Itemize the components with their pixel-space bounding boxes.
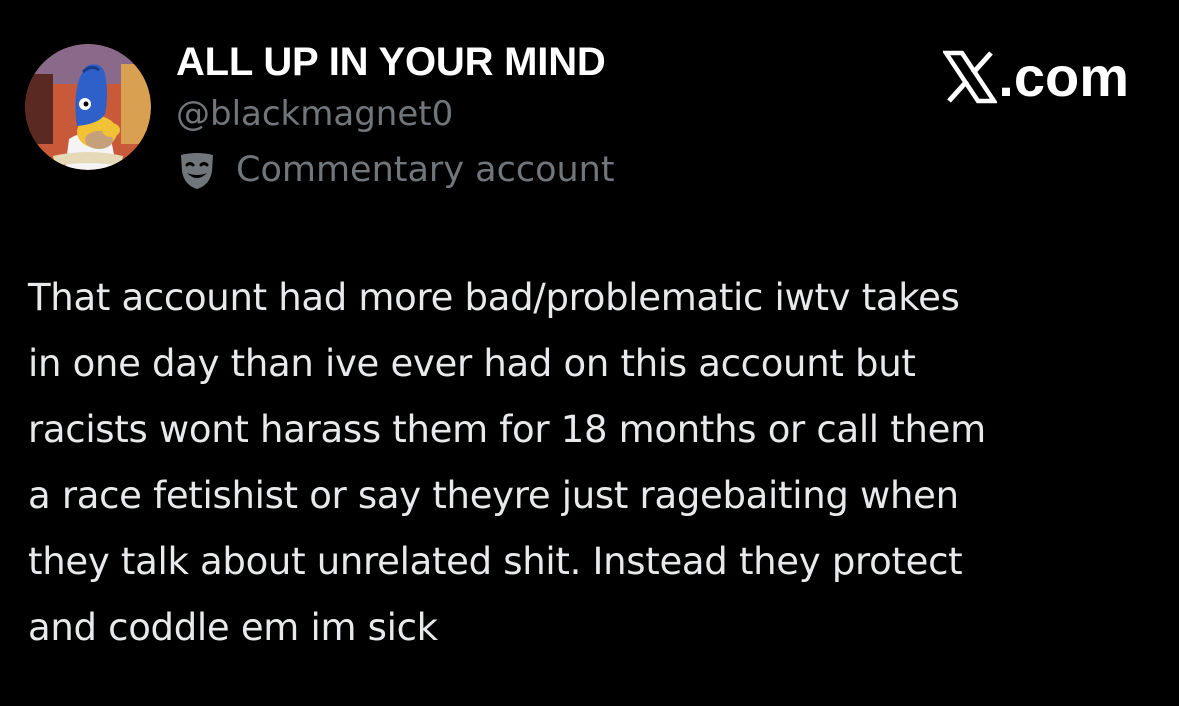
avatar-image: [25, 44, 151, 170]
brand-watermark: .com: [942, 45, 1129, 108]
display-name[interactable]: ALL UP IN YOUR MIND: [176, 38, 606, 86]
tweet-text: That account had more bad/problematic iw…: [28, 276, 986, 649]
user-handle[interactable]: @blackmagnet0: [176, 92, 453, 136]
avatar[interactable]: [25, 44, 151, 170]
account-label-text: Commentary account: [236, 150, 615, 190]
account-label[interactable]: Commentary account: [176, 146, 615, 194]
brand-text: .com: [998, 45, 1129, 108]
x-logo-icon: [942, 50, 999, 104]
theater-mask-icon: [176, 149, 218, 191]
tweet-card: ALL UP IN YOUR MIND @blackmagnet0 Commen…: [0, 0, 1179, 706]
